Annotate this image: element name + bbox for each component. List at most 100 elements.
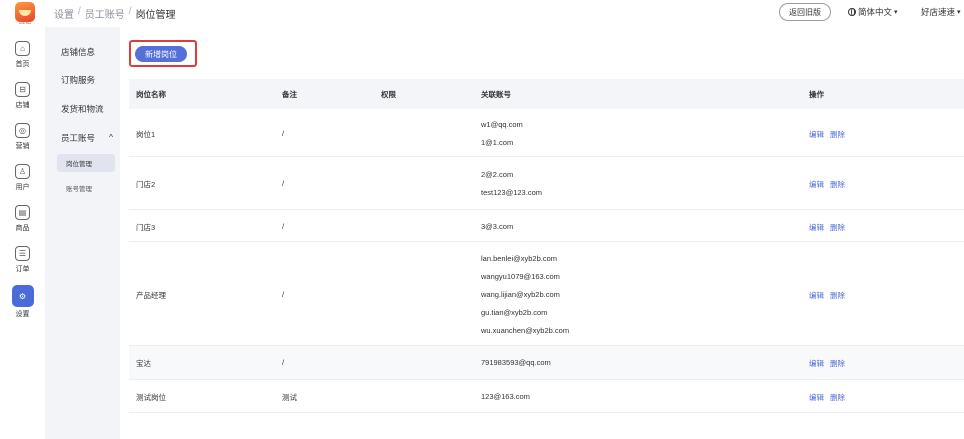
menu-item-store-info[interactable]: 店铺信息 xyxy=(61,46,95,58)
edit-link[interactable]: 编辑 xyxy=(809,290,824,301)
linked-account: w1@qq.com xyxy=(481,120,523,129)
nav-label: 营销 xyxy=(15,143,30,150)
edit-link[interactable]: 编辑 xyxy=(809,129,824,140)
position-remark: / xyxy=(282,129,285,138)
nav-item-home[interactable]: ⌂ 首页 xyxy=(7,38,38,76)
breadcrumb-separator: / xyxy=(78,6,81,17)
delete-link[interactable]: 删除 xyxy=(830,290,845,301)
store-icon: ⊟ xyxy=(15,82,30,97)
nav-item-user[interactable]: ♙ 用户 xyxy=(7,161,38,199)
nav-item-marketing[interactable]: ◎ 营销 xyxy=(7,120,38,158)
position-name: 宝达 xyxy=(136,359,151,368)
linked-account: 2@2.com xyxy=(481,170,514,179)
nav-label: 用户 xyxy=(15,184,30,191)
menu-item-staff-accounts[interactable]: 员工账号 ^ xyxy=(61,132,113,144)
globe-icon xyxy=(848,8,856,16)
table-row: 岗位1 / w1@qq.com 1@1.com 编辑 删除 xyxy=(129,109,964,157)
marketing-icon: ◎ xyxy=(15,123,30,138)
column-header-name: 岗位名称 xyxy=(136,90,166,99)
column-header-actions: 操作 xyxy=(809,90,824,99)
nav-label: 设置 xyxy=(15,311,30,318)
breadcrumb-settings[interactable]: 设置 xyxy=(54,6,74,21)
add-position-button[interactable]: 新增岗位 xyxy=(135,46,187,62)
language-selector[interactable]: 简体中文 ▾ xyxy=(848,6,898,18)
table-row: 测试岗位 测试 123@163.com 编辑 删除 xyxy=(129,380,964,413)
row-actions: 编辑 删除 xyxy=(809,392,845,403)
edit-link[interactable]: 编辑 xyxy=(809,222,824,233)
breadcrumb-staff-accounts[interactable]: 员工账号 xyxy=(85,6,125,21)
delete-link[interactable]: 删除 xyxy=(830,358,845,369)
breadcrumb-current: 岗位管理 xyxy=(135,10,176,21)
position-remark: / xyxy=(282,179,285,188)
position-name: 门店3 xyxy=(136,223,156,232)
position-name: 测试岗位 xyxy=(136,393,166,402)
linked-account: wangyu1079@163.com xyxy=(481,272,560,281)
language-label: 简体中文 xyxy=(858,7,893,17)
linked-account: wu.xuanchen@xyb2b.com xyxy=(481,326,570,335)
column-header-accounts: 关联账号 xyxy=(481,90,511,99)
row-actions: 编辑 删除 xyxy=(809,222,845,233)
back-to-old-version-button[interactable]: 返回旧版 xyxy=(779,3,831,21)
nav-label: 商品 xyxy=(15,225,30,232)
delete-link[interactable]: 删除 xyxy=(830,222,845,233)
shop-name: 好店速速 xyxy=(921,7,956,17)
linked-account: 123@163.com xyxy=(481,392,530,401)
row-actions: 编辑 删除 xyxy=(809,179,845,190)
edit-link[interactable]: 编辑 xyxy=(809,392,824,403)
table-row: 门店2 / 2@2.com test123@123.com 编辑 删除 xyxy=(129,157,964,210)
submenu-item-account-management[interactable]: 账号管理 xyxy=(57,179,115,197)
column-header-permission: 权限 xyxy=(381,90,396,99)
linked-account: lan.benlei@xyb2b.com xyxy=(481,254,557,263)
menu-item-label: 员工账号 xyxy=(61,133,96,143)
submenu-item-position-management[interactable]: 岗位管理 xyxy=(57,154,115,172)
table-row: 产品经理 / lan.benlei@xyb2b.com wangyu1079@1… xyxy=(129,242,964,346)
position-name: 产品经理 xyxy=(136,291,166,300)
position-name: 岗位1 xyxy=(136,130,156,139)
positions-table: 岗位名称 备注 权限 关联账号 操作 岗位1 / w1@qq.com 1@1.c… xyxy=(129,79,964,413)
logo-text: Little Bee xyxy=(18,21,32,25)
app-logo[interactable] xyxy=(15,2,35,22)
breadcrumb-separator: / xyxy=(128,6,132,17)
position-remark: / xyxy=(282,290,285,299)
row-actions: 编辑 删除 xyxy=(809,290,845,301)
nav-label: 首页 xyxy=(15,61,30,68)
nav-label: 订单 xyxy=(15,266,30,273)
linked-account: 791983593@qq.com xyxy=(481,358,551,367)
column-header-remark: 备注 xyxy=(282,90,297,99)
position-name: 门店2 xyxy=(136,180,156,189)
nav-item-settings[interactable]: ⚙ 设置 xyxy=(7,285,38,323)
row-actions: 编辑 删除 xyxy=(809,358,845,369)
linked-account: gu.tian@xyb2b.com xyxy=(481,308,548,317)
chevron-up-icon: ^ xyxy=(109,132,113,142)
delete-link[interactable]: 删除 xyxy=(830,129,845,140)
linked-account: test123@123.com xyxy=(481,188,542,197)
logo-smile-icon xyxy=(19,10,31,16)
position-remark: / xyxy=(282,222,285,231)
order-icon: ☰ xyxy=(15,246,30,261)
home-icon: ⌂ xyxy=(15,41,30,56)
main-nav-rail: ⌂ 首页 ⊟ 店铺 ◎ 营销 ♙ 用户 ▤ 商品 ☰ 订单 ⚙ 设置 xyxy=(0,27,45,439)
user-icon: ♙ xyxy=(15,164,30,179)
nav-item-store[interactable]: ⊟ 店铺 xyxy=(7,79,38,117)
position-remark: 测试 xyxy=(282,393,297,402)
menu-item-shipping[interactable]: 发货和物流 xyxy=(61,103,104,115)
edit-link[interactable]: 编辑 xyxy=(809,179,824,190)
edit-link[interactable]: 编辑 xyxy=(809,358,824,369)
shop-selector[interactable]: 好店速速 ▾ xyxy=(921,6,961,18)
nav-item-order[interactable]: ☰ 订单 xyxy=(7,243,38,281)
table-row: 门店3 / 3@3.com 编辑 删除 xyxy=(129,210,964,242)
settings-icon: ⚙ xyxy=(11,285,34,307)
nav-label: 店铺 xyxy=(15,102,30,109)
delete-link[interactable]: 删除 xyxy=(830,179,845,190)
breadcrumb: 设置 / 员工账号 / 岗位管理 xyxy=(54,6,176,21)
linked-account: 1@1.com xyxy=(481,138,514,147)
settings-menu: 店铺信息 订购服务 发货和物流 员工账号 ^ 岗位管理 账号管理 xyxy=(45,27,120,439)
chevron-down-icon: ▾ xyxy=(957,9,961,16)
menu-item-subscription[interactable]: 订购服务 xyxy=(61,74,95,86)
delete-link[interactable]: 删除 xyxy=(830,392,845,403)
nav-item-product[interactable]: ▤ 商品 xyxy=(7,202,38,240)
product-icon: ▤ xyxy=(15,205,30,220)
highlight-box: 新增岗位 xyxy=(129,40,197,67)
row-actions: 编辑 删除 xyxy=(809,129,845,140)
table-header: 岗位名称 备注 权限 关联账号 操作 xyxy=(129,79,964,109)
